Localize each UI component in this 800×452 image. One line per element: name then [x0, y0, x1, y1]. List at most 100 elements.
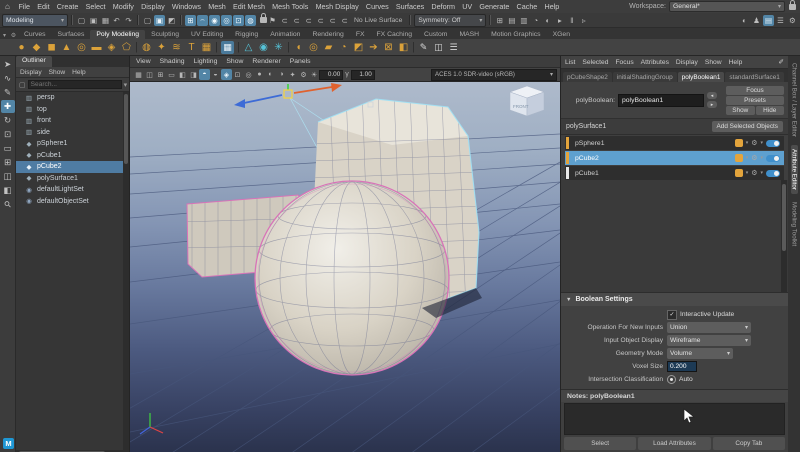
shelf-tab[interactable]: UV Editing	[185, 30, 229, 39]
channel-box-toggle-icon[interactable]: ⚙	[787, 15, 798, 26]
outliner-menu-item[interactable]: Help	[72, 69, 86, 76]
shelf-tab[interactable]: Rendering	[306, 30, 349, 39]
prev-node-button[interactable]: ◂	[707, 92, 717, 99]
operation-dropdown[interactable]: Union ▾	[667, 322, 751, 333]
attribute-editor-tab[interactable]: initialShadingGroup	[612, 72, 677, 82]
open-scene-icon[interactable]: ▣	[88, 15, 99, 26]
viewport-toolbar-icon[interactable]: ◐	[265, 69, 276, 80]
viewport-toolbar-icon[interactable]: ◧	[177, 69, 188, 80]
viewport-scene[interactable]: FRONT	[52, 82, 771, 452]
layout-single-pane[interactable]: ▭	[1, 142, 15, 155]
attribute-editor-tab[interactable]: pCubeShape2	[563, 72, 612, 82]
select-component-icon[interactable]: ◩	[166, 15, 177, 26]
tool-settings-toggle-icon[interactable]: ☰	[775, 15, 786, 26]
notes-area[interactable]	[564, 403, 785, 435]
menu-item[interactable]: Create	[53, 2, 82, 11]
shelf-tab[interactable]: Custom	[418, 30, 453, 39]
viewport-toolbar-icon[interactable]: ◫	[144, 69, 155, 80]
select-object-icon[interactable]: ▣	[154, 14, 165, 26]
snap-point-icon[interactable]: ◉	[209, 14, 220, 26]
attribute-editor-toggle-icon[interactable]: ▤	[763, 14, 774, 26]
shelf-icon[interactable]: ◔	[336, 40, 351, 55]
shelf-menu-icon[interactable]: ▾	[0, 32, 9, 39]
attribute-editor-menu-item[interactable]: Show	[705, 59, 722, 66]
viewport-menu-item[interactable]: Panels	[290, 58, 311, 65]
menu-item[interactable]: Mesh Display	[312, 2, 362, 11]
attribute-editor-menu-item[interactable]: List	[565, 59, 575, 66]
attribute-editor-menu-item[interactable]: Help	[729, 59, 743, 66]
menu-item[interactable]: Surfaces	[392, 2, 428, 11]
shelf-icon[interactable]: ▦	[199, 40, 214, 55]
shelf-tab[interactable]: Motion Graphics	[485, 30, 547, 39]
undo-icon[interactable]: ↶	[111, 15, 122, 26]
shelf-icon[interactable]: |	[214, 40, 219, 55]
outliner-menu-item[interactable]: Show	[49, 69, 66, 76]
footer-button[interactable]: Select	[564, 437, 637, 450]
viewport-toolbar-icon[interactable]: ⚙	[298, 69, 309, 80]
node-name-field[interactable]	[618, 93, 704, 107]
sphere-mesh[interactable]	[254, 180, 450, 376]
gamma-field[interactable]	[350, 69, 375, 80]
menu-item[interactable]: Cache	[513, 2, 541, 11]
footer-button[interactable]: Copy Tab	[712, 437, 785, 450]
shelf-icon[interactable]: ◉	[256, 40, 271, 55]
shelf-icon[interactable]: ◆	[29, 40, 44, 55]
menu-item[interactable]: File	[15, 2, 34, 11]
lock-icon[interactable]	[256, 13, 267, 26]
intersection-auto-radio[interactable]	[667, 375, 676, 384]
presets-button[interactable]: Presets	[726, 95, 784, 105]
zoom-tool[interactable]: ⚲	[0, 195, 17, 214]
pin-icon[interactable]: ✐	[778, 58, 784, 66]
shelf-icon[interactable]: ✳	[271, 40, 286, 55]
menu-item[interactable]: Mesh Tools	[269, 2, 312, 11]
layout-two-pane[interactable]: ◫	[1, 170, 15, 183]
exposure-icon[interactable]: ☀	[311, 71, 317, 79]
chevron-down-icon[interactable]: ▾	[760, 155, 763, 161]
shelf-icon[interactable]: ◫	[431, 40, 446, 55]
voxel-size-field[interactable]	[667, 361, 697, 372]
gear-icon[interactable]: ⚙	[751, 169, 757, 177]
shelf-icon[interactable]: ✎	[416, 40, 431, 55]
outliner-item[interactable]: ▥ side	[16, 127, 129, 139]
menu-item[interactable]: Mesh	[205, 2, 230, 11]
viewport-menu-item[interactable]: Renderer	[252, 58, 280, 65]
rotate-tool[interactable]: ↻	[1, 114, 15, 127]
shelf-tab[interactable]: MASH	[453, 30, 485, 39]
outliner-item[interactable]: ▥ front	[16, 115, 129, 127]
outliner-item[interactable]: ◉ defaultLightSet	[16, 184, 129, 196]
shelf-tab[interactable]: Rigging	[229, 30, 264, 39]
shelf-icon[interactable]: T	[184, 40, 199, 55]
add-selected-objects-button[interactable]: Add Selected Objects	[711, 121, 783, 132]
enable-toggle[interactable]	[766, 169, 780, 177]
attribute-editor-tab[interactable]: standardSurface1	[725, 72, 784, 82]
shelf-icon[interactable]: ✦	[154, 40, 169, 55]
magnet-icon[interactable]: ⊂	[327, 15, 338, 26]
menu-item[interactable]: Edit Mesh	[229, 2, 268, 11]
input-object-row[interactable]: pSphere1 ▾ ⚙ ▾	[565, 136, 784, 150]
chevron-down-icon[interactable]: ▾	[746, 170, 749, 176]
shelf-tab[interactable]: XGen	[547, 30, 576, 39]
new-scene-icon[interactable]: ▢	[76, 15, 87, 26]
viewport-toolbar-icon[interactable]: ◒	[210, 69, 221, 80]
input-display-dropdown[interactable]: Wireframe ▾	[667, 335, 751, 346]
input-object-row[interactable]: pCube2 ▾ ⚙ ▾	[565, 151, 784, 165]
make-live-icon[interactable]: ◍	[245, 14, 256, 26]
boolean-operation-icon[interactable]	[734, 154, 743, 162]
snap-view-plane-icon[interactable]: ⊡	[233, 14, 244, 26]
viewport-toolbar-icon[interactable]: ⊞	[155, 69, 166, 80]
outliner-item[interactable]: ▥ persp	[16, 92, 129, 104]
attribute-editor-scrollbar[interactable]	[781, 180, 787, 292]
shelf-tab[interactable]: FX	[350, 30, 371, 39]
shelf-icon[interactable]: ≋	[169, 40, 184, 55]
outliner-item[interactable]: ◆ pSphere1	[16, 138, 129, 150]
pose-editor-icon[interactable]: ♟	[751, 15, 762, 26]
shelf-tab[interactable]: Curves	[18, 30, 52, 39]
menu-item[interactable]: Curves	[362, 2, 392, 11]
viewport-toolbar-icon[interactable]: ▦	[133, 69, 144, 80]
shelf-icon[interactable]: ▲	[59, 40, 74, 55]
viewport-toolbar-icon[interactable]: ◨	[188, 69, 199, 80]
shelf-tab[interactable]: Animation	[264, 30, 306, 39]
viewport-menu-item[interactable]: Lighting	[194, 58, 218, 65]
redo-icon[interactable]: ↷	[123, 15, 134, 26]
gear-icon[interactable]: ⚙	[751, 139, 757, 147]
